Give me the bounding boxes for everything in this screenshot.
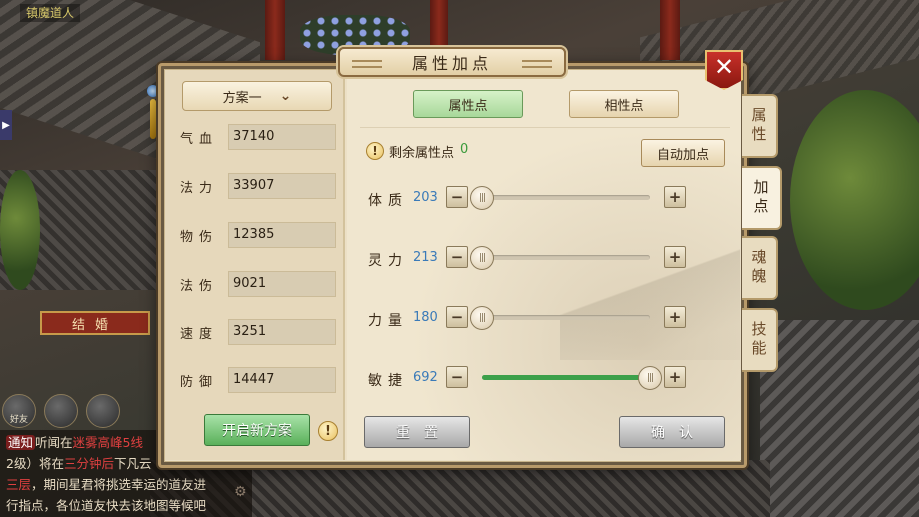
stat-label: 气血 bbox=[180, 131, 219, 147]
friends-button[interactable]: 好友 bbox=[2, 394, 36, 428]
tab-attributes[interactable]: 属性 bbox=[742, 94, 778, 158]
stat-value: 9021 bbox=[228, 271, 336, 297]
attr-value: 180 bbox=[413, 310, 438, 325]
attr-row-strength: 力量 180 − ||| + bbox=[368, 306, 688, 332]
slider-track[interactable]: ||| bbox=[470, 246, 650, 270]
stat-row-magic-dmg: 法伤 9021 bbox=[180, 271, 336, 297]
attr-value: 213 bbox=[413, 250, 438, 265]
chat-highlight: 三分钟后 bbox=[63, 456, 114, 471]
remaining-points: 剩余属性点 0 bbox=[389, 142, 468, 161]
tab-soul[interactable]: 魂魄 bbox=[742, 236, 778, 300]
chat-text: 听闻在 bbox=[35, 435, 73, 450]
chevron-down-icon: ⌄ bbox=[279, 88, 292, 104]
increase-button[interactable]: + bbox=[664, 246, 686, 268]
hud-buttons: 好友 bbox=[2, 394, 120, 428]
remaining-points-label: 剩余属性点 bbox=[389, 146, 455, 161]
red-pillar bbox=[430, 0, 448, 50]
dialog-title: 属性加点 bbox=[338, 47, 566, 77]
chat-bubble-icon[interactable] bbox=[44, 394, 78, 428]
increase-button[interactable]: + bbox=[664, 186, 686, 208]
stat-value: 3251 bbox=[228, 319, 336, 345]
expand-arrow-icon[interactable]: ▶ bbox=[0, 110, 12, 140]
plan-dropdown[interactable]: 方案一 ⌄ bbox=[182, 81, 332, 111]
chat-highlight: 迷雾高峰5线 bbox=[72, 435, 143, 450]
decrease-button[interactable]: − bbox=[446, 246, 468, 268]
plan-selected-label: 方案一 bbox=[222, 90, 262, 106]
attr-name: 体质 bbox=[368, 193, 408, 209]
attr-row-agility: 敏捷 692 − ||| + bbox=[368, 366, 688, 392]
slider-handle[interactable]: ||| bbox=[470, 246, 494, 270]
stat-value: 33907 bbox=[228, 173, 336, 199]
stat-value: 12385 bbox=[228, 222, 336, 248]
attr-row-constitution: 体质 203 − ||| + bbox=[368, 186, 688, 212]
stat-row-speed: 速度 3251 bbox=[180, 319, 336, 345]
chat-line: 三层，期间星君将挑选幸运的道友进 bbox=[6, 474, 246, 495]
npc-name-label[interactable]: 镇魔道人 bbox=[20, 4, 81, 22]
chat-line: 行指点，各位道友快去该地图等候吧 bbox=[6, 498, 207, 513]
attr-row-spirit: 灵力 213 − ||| + bbox=[368, 246, 688, 272]
divider bbox=[360, 127, 730, 128]
tab-skills[interactable]: 技能 bbox=[742, 308, 778, 372]
slider-track[interactable]: ||| bbox=[482, 366, 662, 390]
stat-label: 物伤 bbox=[180, 229, 219, 245]
roof-tiles bbox=[760, 320, 919, 517]
marry-signboard[interactable]: 结婚 bbox=[40, 311, 150, 335]
attr-value: 203 bbox=[413, 190, 438, 205]
slider-fill bbox=[482, 375, 650, 380]
red-pillar bbox=[265, 0, 285, 60]
stat-row-phys-dmg: 物伤 12385 bbox=[180, 222, 336, 248]
info-warning-icon: ! bbox=[366, 142, 384, 160]
stat-label: 法力 bbox=[180, 180, 219, 196]
willow-tree bbox=[790, 90, 919, 310]
chat-text: ，期间星君将挑选幸运的道友进 bbox=[31, 477, 207, 492]
tab-affinity-points[interactable]: 相性点 bbox=[569, 90, 679, 118]
willow-tree bbox=[0, 170, 40, 290]
stat-value: 37140 bbox=[228, 124, 336, 150]
tassel-icon bbox=[150, 99, 156, 139]
slider-handle[interactable]: ||| bbox=[638, 366, 662, 390]
voice-mic-icon[interactable] bbox=[86, 394, 120, 428]
stat-row-defense: 防御 14447 bbox=[180, 367, 336, 393]
chat-text: 2级）将在 bbox=[6, 456, 64, 471]
slider-handle[interactable]: ||| bbox=[470, 306, 494, 330]
increase-button[interactable]: + bbox=[664, 306, 686, 328]
gear-icon[interactable]: ⚙ bbox=[234, 484, 247, 500]
tab-add-points[interactable]: 加点 bbox=[742, 166, 782, 230]
confirm-button[interactable]: 确认 bbox=[619, 416, 725, 448]
attr-name: 力量 bbox=[368, 313, 408, 329]
slider-handle[interactable]: ||| bbox=[470, 186, 494, 210]
auto-allocate-button[interactable]: 自动加点 bbox=[641, 139, 725, 167]
attr-value: 692 bbox=[413, 370, 438, 385]
tab-attribute-points[interactable]: 属性点 bbox=[413, 90, 523, 118]
remaining-points-value: 0 bbox=[460, 142, 469, 157]
decrease-button[interactable]: − bbox=[446, 186, 468, 208]
chat-highlight: 三层 bbox=[6, 477, 32, 492]
attr-name: 敏捷 bbox=[368, 373, 408, 389]
stat-label: 速度 bbox=[180, 326, 219, 342]
stat-row-hp: 气血 37140 bbox=[180, 124, 336, 150]
info-warning-icon[interactable]: ! bbox=[318, 421, 338, 441]
open-new-plan-button[interactable]: 开启新方案 bbox=[204, 414, 310, 446]
stat-label: 防御 bbox=[180, 374, 219, 390]
decrease-button[interactable]: − bbox=[446, 366, 468, 388]
stat-row-mana: 法力 33907 bbox=[180, 173, 336, 199]
stat-label: 法伤 bbox=[180, 278, 219, 294]
slider-track[interactable]: ||| bbox=[470, 186, 650, 210]
decrease-button[interactable]: − bbox=[446, 306, 468, 328]
red-pillar bbox=[660, 0, 680, 60]
chat-tag-badge: 通知 bbox=[6, 435, 36, 450]
attr-name: 灵力 bbox=[368, 253, 408, 269]
slider-track[interactable]: ||| bbox=[470, 306, 650, 330]
increase-button[interactable]: + bbox=[664, 366, 686, 388]
chat-text: 下凡云 bbox=[113, 456, 152, 471]
reset-button[interactable]: 重置 bbox=[364, 416, 470, 448]
stat-value: 14447 bbox=[228, 367, 336, 393]
